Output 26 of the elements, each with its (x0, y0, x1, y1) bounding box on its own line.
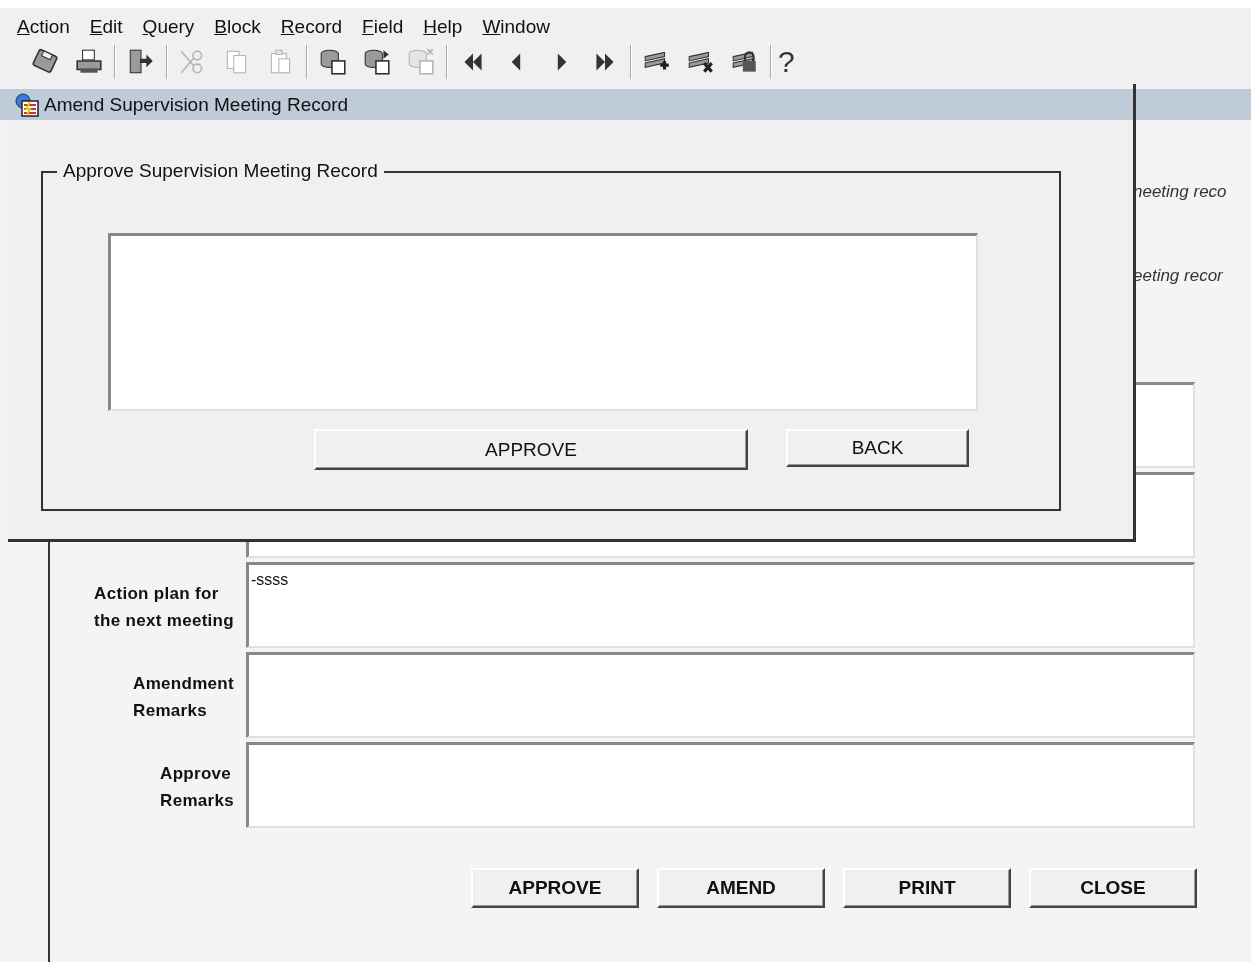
text-area[interactable]: -ssss (246, 562, 1195, 648)
database-query-icon[interactable] (318, 47, 348, 77)
field-label: Action plan for the next meeting (94, 583, 234, 632)
field-label: Approve Remarks (160, 763, 234, 812)
menu-item[interactable]: Action (17, 16, 70, 40)
dialog-button[interactable]: BACK (786, 429, 969, 467)
menu-item[interactable]: Field (362, 16, 404, 40)
window-title: Amend Supervision Meeting Record (44, 93, 349, 116)
form-icon (14, 91, 40, 118)
text-area[interactable] (246, 742, 1195, 828)
field-label: Amendment Remarks (133, 673, 234, 722)
menu-item[interactable]: Block (214, 16, 261, 40)
menu-item[interactable]: Edit (89, 16, 123, 40)
database-execute-icon[interactable] (362, 47, 392, 77)
text-area[interactable] (246, 652, 1195, 738)
menu-item[interactable]: Help (423, 16, 463, 40)
action-button[interactable]: AMEND (657, 868, 825, 908)
action-button[interactable]: APPROVE (471, 868, 639, 908)
action-button[interactable]: PRINT (843, 868, 1011, 908)
text-area[interactable] (108, 233, 978, 411)
menu-item[interactable]: Record (280, 16, 343, 40)
menu-item[interactable]: Window (482, 16, 550, 40)
menu-item[interactable]: Query (142, 16, 195, 40)
help-button[interactable]: ? (772, 47, 801, 77)
action-button[interactable]: CLOSE (1029, 868, 1197, 908)
dialog-button[interactable]: APPROVE (314, 429, 748, 470)
